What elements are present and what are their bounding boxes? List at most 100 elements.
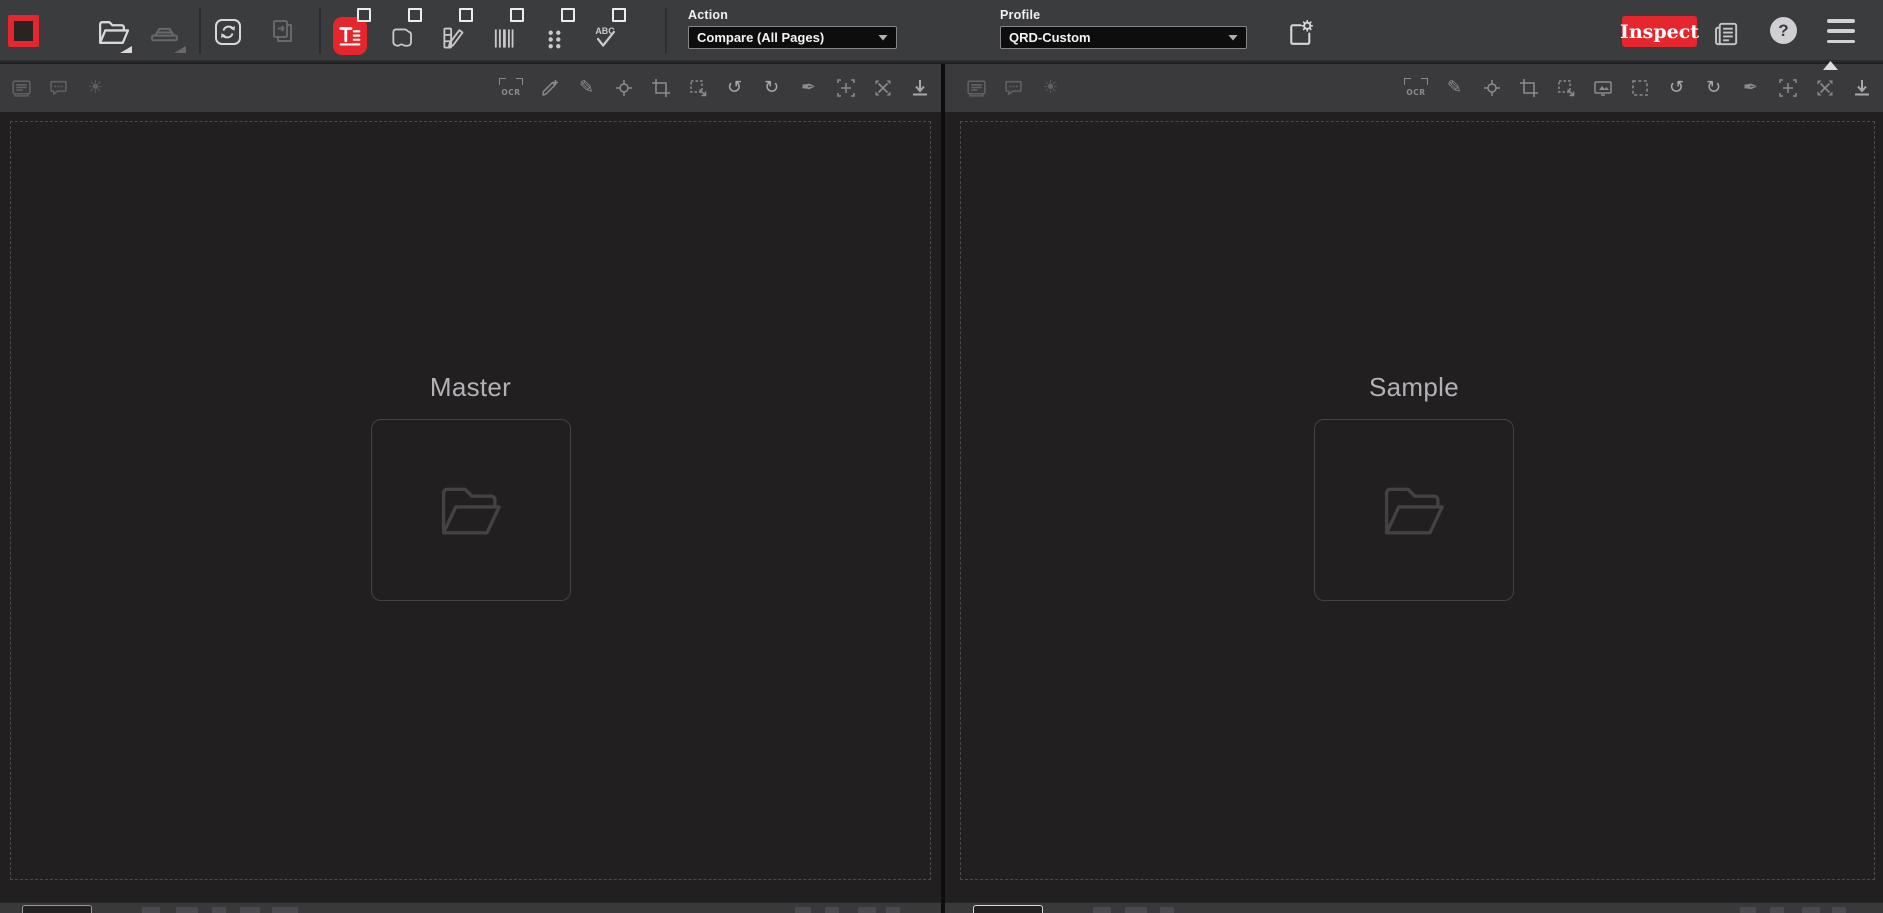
text-inspection-checkbox[interactable] [357, 8, 371, 22]
status-icon-stub[interactable] [212, 907, 226, 913]
sample-page-indicator[interactable] [973, 905, 1043, 913]
action-dropdown[interactable]: Compare (All Pages) [688, 26, 897, 49]
status-icon-stub[interactable] [1160, 907, 1174, 913]
spelling-inspection-toggle[interactable]: ABC [588, 6, 622, 58]
ocr-region-icon[interactable]: OCR [498, 78, 524, 98]
open-file-button[interactable] [94, 14, 130, 50]
braille-inspection-checkbox[interactable] [561, 8, 575, 22]
selection-region-icon[interactable] [1628, 76, 1651, 100]
graphics-inspection-toggle[interactable] [384, 6, 418, 58]
convert-files-button[interactable] [210, 14, 246, 50]
eyedropper-icon[interactable]: ✒ [797, 76, 820, 100]
display-preview-icon[interactable] [1591, 76, 1614, 100]
status-icon-stub[interactable] [1125, 907, 1147, 913]
comments-icon[interactable] [1002, 76, 1025, 100]
page-info-icon[interactable] [10, 76, 33, 100]
crop-icon[interactable] [649, 76, 672, 100]
menu-bar [1827, 40, 1855, 44]
scan-button[interactable] [146, 14, 182, 50]
export-icon[interactable] [908, 76, 931, 100]
status-icon-stub[interactable] [1802, 907, 1820, 913]
profile-settings-button[interactable] [1281, 15, 1317, 51]
action-label: Action [688, 8, 897, 22]
fit-arrows-icon[interactable] [871, 76, 894, 100]
status-icon-stub[interactable] [272, 907, 298, 913]
master-page-indicator[interactable] [22, 905, 92, 913]
chevron-down-icon [878, 35, 888, 41]
ocr-region-icon[interactable]: OCR [1403, 78, 1429, 98]
status-icon-stub[interactable] [1832, 907, 1846, 913]
export-icon[interactable] [1850, 76, 1873, 100]
sample-panel: Sample [945, 112, 1883, 903]
crosshair-icon[interactable] [612, 76, 635, 100]
status-icon-stub[interactable] [240, 907, 260, 913]
color-inspection-icon [438, 24, 467, 53]
text-inspection-icon [335, 21, 365, 51]
braille-inspection-toggle[interactable] [537, 6, 571, 58]
refresh-icon[interactable]: ↺ [1665, 76, 1688, 100]
app-window: ABC Action Compare (All Pages) Profile Q… [0, 0, 1883, 913]
add-region-icon[interactable] [834, 76, 857, 100]
toolbar-divider [199, 8, 201, 54]
sample-dropzone: Sample [945, 372, 1883, 601]
barcode-inspection-checkbox[interactable] [510, 8, 524, 22]
add-region-icon[interactable] [1776, 76, 1799, 100]
sample-open-file-box[interactable] [1314, 419, 1514, 601]
profile-label: Profile [1000, 8, 1247, 22]
braille-inspection-icon [541, 26, 568, 53]
master-dropzone: Master [0, 372, 941, 601]
duplicate-pages-button[interactable] [266, 14, 302, 50]
pencil-icon[interactable]: ✎ [1443, 76, 1466, 100]
status-icon-stub[interactable] [825, 907, 839, 913]
rotate-icon[interactable]: ↻ [1702, 76, 1725, 100]
rotate-icon[interactable]: ↻ [760, 76, 783, 100]
menu-bar [1827, 29, 1855, 33]
status-icon-stub[interactable] [858, 907, 876, 913]
annotate-add-icon[interactable] [538, 76, 561, 100]
marquee-zoom-icon[interactable] [1554, 76, 1577, 100]
panel-split-divider [941, 64, 945, 913]
sample-label: Sample [1369, 372, 1459, 403]
text-inspection-toggle[interactable] [333, 6, 367, 58]
status-icon-stub[interactable] [795, 907, 811, 913]
profile-value: QRD-Custom [1009, 30, 1091, 45]
brightness-icon[interactable]: ☀ [1039, 76, 1062, 100]
status-icon-stub[interactable] [1740, 907, 1756, 913]
status-icon-stub[interactable] [886, 907, 900, 913]
color-inspection-toggle[interactable] [435, 6, 469, 58]
crosshair-icon[interactable] [1480, 76, 1503, 100]
app-logo [8, 15, 39, 47]
refresh-icon[interactable]: ↺ [723, 76, 746, 100]
brightness-icon[interactable]: ☀ [84, 76, 107, 100]
color-inspection-checkbox[interactable] [459, 8, 473, 22]
barcode-inspection-toggle[interactable] [486, 6, 520, 58]
sample-panel-toolbar: ☀ OCR ✎ ↺ [945, 64, 1883, 112]
folder-open-icon [96, 16, 129, 49]
master-open-file-box[interactable] [371, 419, 571, 601]
toolbar-divider [319, 8, 321, 54]
status-icon-stub[interactable] [142, 907, 160, 913]
status-icon-stub[interactable] [176, 907, 198, 913]
sync-convert-icon [212, 16, 244, 48]
help-button[interactable]: ? [1770, 17, 1797, 44]
rotate-glyph: ↻ [764, 79, 779, 97]
marquee-zoom-icon[interactable] [686, 76, 709, 100]
spelling-inspection-checkbox[interactable] [612, 8, 626, 22]
status-icon-stub[interactable] [1093, 907, 1111, 913]
folder-open-icon [428, 475, 514, 545]
report-panel-button[interactable] [1708, 15, 1744, 51]
fit-arrows-icon[interactable] [1813, 76, 1836, 100]
scanner-icon [148, 16, 181, 49]
menu-button[interactable] [1827, 19, 1855, 43]
status-icon-stub[interactable] [1770, 907, 1784, 913]
graphics-inspection-checkbox[interactable] [408, 8, 422, 22]
eyedropper-icon[interactable]: ✒ [1739, 76, 1762, 100]
comments-icon[interactable] [47, 76, 70, 100]
question-mark-glyph: ? [1778, 21, 1788, 41]
inspect-button[interactable]: Inspect [1622, 16, 1697, 47]
page-info-icon[interactable] [965, 76, 988, 100]
crop-icon[interactable] [1517, 76, 1540, 100]
pencil-icon[interactable]: ✎ [575, 76, 598, 100]
profile-dropdown[interactable]: QRD-Custom [1000, 26, 1247, 49]
pencil-glyph: ✎ [579, 79, 594, 97]
